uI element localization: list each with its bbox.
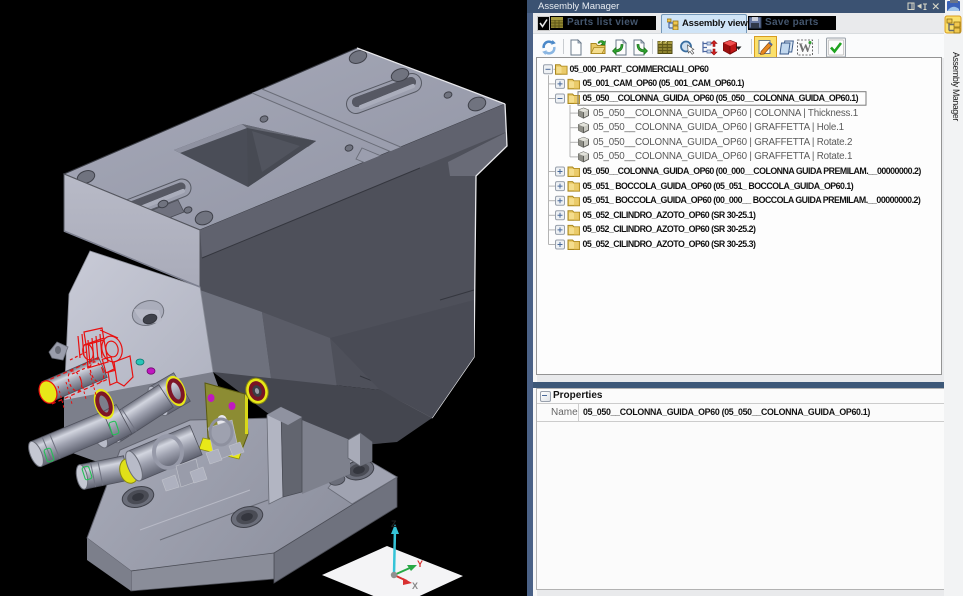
svg-text:Y: Y <box>417 559 423 569</box>
svg-text:X: X <box>412 581 418 591</box>
svg-text:Z: Z <box>391 519 397 529</box>
